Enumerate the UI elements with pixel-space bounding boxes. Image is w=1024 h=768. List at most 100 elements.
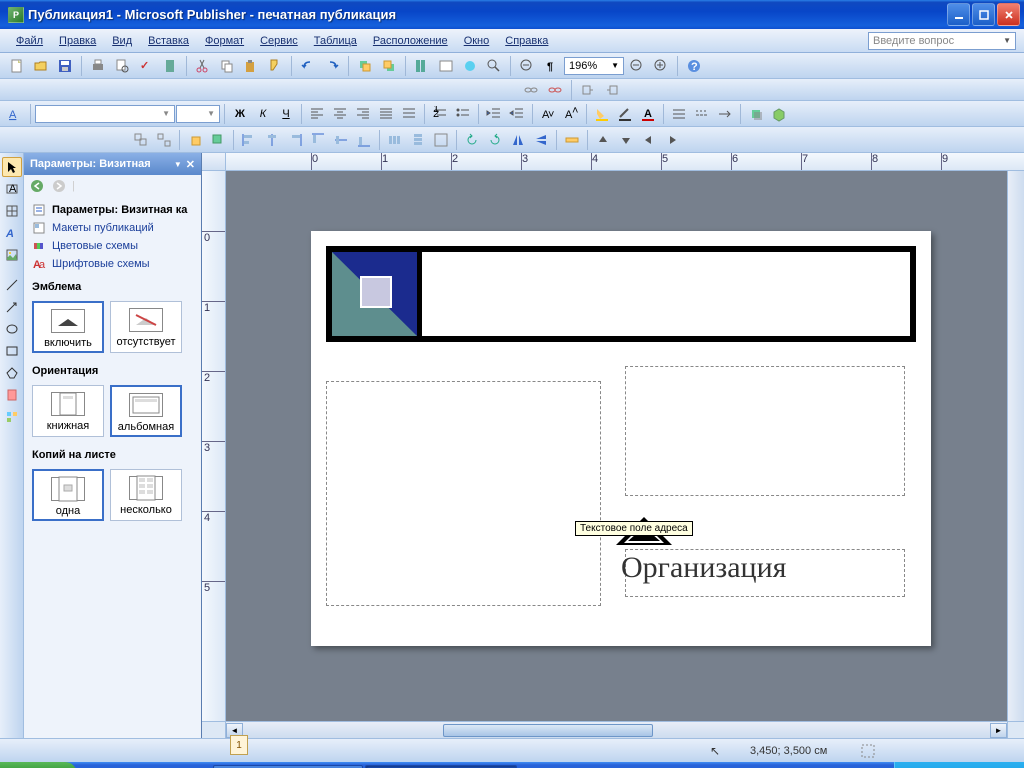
menu-help[interactable]: Справка [497,32,556,50]
align-justify-button[interactable] [375,103,397,125]
rectangle-tool[interactable] [2,341,22,361]
align-top-obj-button[interactable] [307,129,329,151]
group-button[interactable] [130,129,152,151]
align-middle-obj-button[interactable] [330,129,352,151]
close-button[interactable] [997,3,1020,26]
decrease-font-button[interactable]: A˅ [537,103,559,125]
align-right-button[interactable] [352,103,374,125]
styles-button[interactable]: A [4,103,26,125]
web-preview-button[interactable] [483,55,505,77]
shadow-button[interactable] [745,103,767,125]
cut-button[interactable] [192,55,214,77]
menu-view[interactable]: Вид [104,32,140,50]
decrease-indent-button[interactable] [483,103,505,125]
distribute-button[interactable] [398,103,420,125]
link-params[interactable]: Параметры: Визитная ка [32,201,193,219]
unlink-text-button[interactable] [544,79,566,101]
font-size-combo[interactable]: ▼ [176,105,220,123]
align-center-button[interactable] [329,103,351,125]
zoom-minus-button[interactable] [626,55,648,77]
link-font-schemes[interactable]: AaШрифтовые схемы [32,255,193,273]
save-button[interactable] [54,55,76,77]
align-bottom-obj-button[interactable] [353,129,375,151]
zoom-out-button[interactable] [516,55,538,77]
redo-button[interactable] [321,55,343,77]
select-tool[interactable] [2,157,22,177]
line-color-button[interactable] [614,103,636,125]
align-center-obj-button[interactable] [261,129,283,151]
textbox-tool[interactable]: A [2,179,22,199]
distribute-h-button[interactable] [384,129,406,151]
page-tab[interactable]: 1 [230,735,248,755]
rotate-left-button[interactable] [461,129,483,151]
underline-button[interactable]: Ч [275,103,297,125]
textbox-placeholder-right[interactable] [625,366,905,496]
align-left-obj-button[interactable] [238,129,260,151]
emblem-include-option[interactable]: включить [32,301,104,353]
nudge-up-button[interactable] [592,129,614,151]
columns-button[interactable] [411,55,433,77]
header-frame[interactable] [326,246,916,342]
send-backward-button[interactable] [378,55,400,77]
relative-to-margin-button[interactable] [430,129,452,151]
fill-color-button[interactable] [591,103,613,125]
align-right-obj-button[interactable] [284,129,306,151]
send-to-back-button[interactable] [207,129,229,151]
menu-insert[interactable]: Вставка [140,32,197,50]
nudge-left-button[interactable] [638,129,660,151]
scroll-right-button[interactable]: ► [990,723,1007,738]
bulleted-list-button[interactable] [452,103,474,125]
menu-table[interactable]: Таблица [306,32,365,50]
bring-to-front-button[interactable] [184,129,206,151]
next-textbox-button[interactable] [601,79,623,101]
paste-button[interactable] [240,55,262,77]
increase-font-button[interactable]: A˄ [560,103,582,125]
start-button[interactable]: пуск [0,762,77,768]
nudge-down-button[interactable] [615,129,637,151]
flip-v-button[interactable] [530,129,552,151]
table-tool[interactable] [2,201,22,221]
font-combo[interactable]: ▼ [35,105,175,123]
numbered-list-button[interactable]: 12 [429,103,451,125]
show-hide-button[interactable]: ¶ [540,55,562,77]
canvas-scrollview[interactable]: Организация Текстовое поле адреса [226,171,1007,721]
oval-tool[interactable] [2,319,22,339]
nav-forward-button[interactable] [50,177,68,195]
flip-h-button[interactable] [507,129,529,151]
copies-one-option[interactable]: одна [32,469,104,521]
zoom-combo[interactable]: 196%▼ [564,57,624,75]
prev-textbox-button[interactable] [577,79,599,101]
autoshapes-tool[interactable] [2,363,22,383]
spelling-button[interactable]: ✓ [135,55,157,77]
undo-button[interactable] [297,55,319,77]
new-button[interactable] [6,55,28,77]
menu-service[interactable]: Сервис [252,32,306,50]
link-color-schemes[interactable]: Цветовые схемы [32,237,193,255]
help-button[interactable]: ? [683,55,705,77]
bold-button[interactable]: Ж [229,103,251,125]
publication-page[interactable]: Организация Текстовое поле адреса [311,231,931,646]
bookmark-tool[interactable] [2,385,22,405]
orientation-portrait-option[interactable]: книжная [32,385,104,437]
hyperlink-button[interactable] [459,55,481,77]
italic-button[interactable]: К [252,103,274,125]
ruler-vertical[interactable]: 012345 [202,171,226,721]
task-pane-menu-icon[interactable]: ▼ [174,160,182,169]
line-tool[interactable] [2,275,22,295]
menu-format[interactable]: Формат [197,32,252,50]
open-button[interactable] [30,55,52,77]
copy-button[interactable] [216,55,238,77]
align-left-button[interactable] [306,103,328,125]
print-button[interactable] [87,55,109,77]
nav-back-button[interactable] [28,177,46,195]
distribute-v-button[interactable] [407,129,429,151]
menu-file[interactable]: Файл [8,32,51,50]
link-layouts[interactable]: Макеты публикаций [32,219,193,237]
font-color-button[interactable]: A [637,103,659,125]
bring-forward-button[interactable] [354,55,376,77]
3d-style-button[interactable] [768,103,790,125]
picture-frame-tool[interactable] [2,245,22,265]
wordart-tool[interactable]: A [2,223,22,243]
measure-button[interactable] [561,129,583,151]
menu-window[interactable]: Окно [456,32,498,50]
